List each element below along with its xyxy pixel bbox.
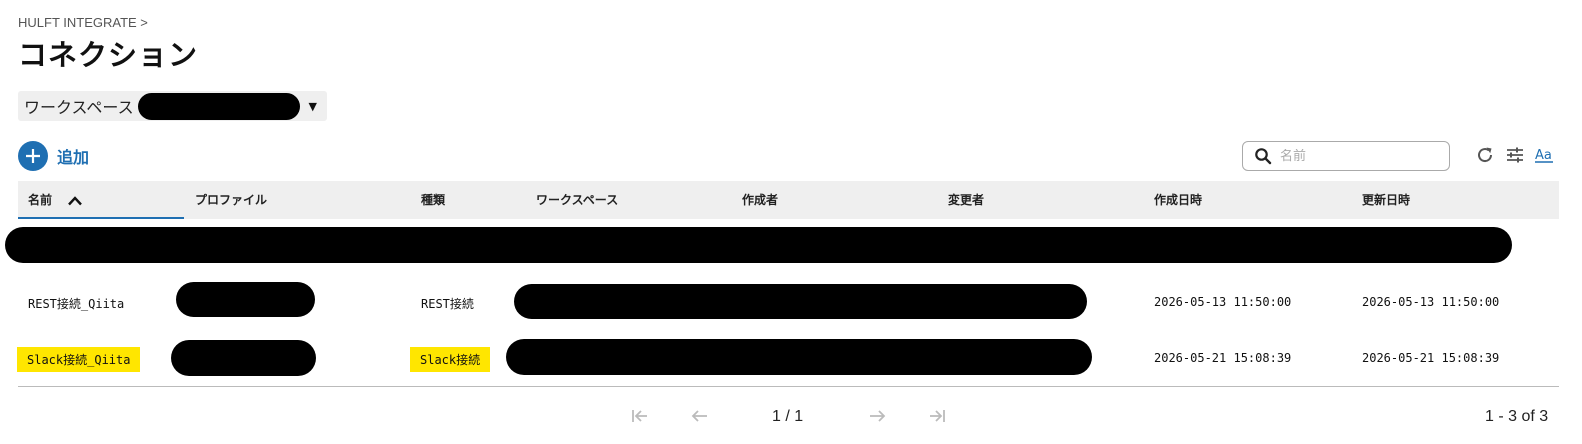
- cell-type: Slack接続: [410, 347, 491, 372]
- font-size-icon[interactable]: Aa: [1534, 145, 1554, 165]
- redacted-profile: [176, 282, 315, 317]
- svg-text:Aa: Aa: [1535, 148, 1552, 163]
- cell-name: Slack接続_Qiita: [17, 347, 141, 372]
- column-header-name-label: 名前: [28, 193, 53, 207]
- cell-created-at: 2026-05-21 15:08:39: [1154, 351, 1292, 365]
- redacted-profile: [171, 340, 316, 376]
- next-page-icon[interactable]: [867, 406, 887, 426]
- workspace-select[interactable]: ワークスペース ▼: [18, 91, 327, 121]
- cell-created-at: 2026-05-13 11:50:00: [1154, 295, 1292, 309]
- column-header-updated-at[interactable]: 更新日時: [1362, 181, 1410, 219]
- workspace-select-label: ワークスペース: [24, 98, 134, 117]
- table-header: 名前 プロファイル 種類 ワークスペース 作成者 変更者 作成日時 更新日時: [18, 181, 1559, 219]
- cell-updated-at: 2026-05-13 11:50:00: [1362, 295, 1500, 309]
- redacted-workspace-creator-updater: [514, 284, 1087, 319]
- caret-down-icon: ▼: [308, 100, 317, 113]
- search-icon: [1254, 147, 1272, 165]
- add-button-label: 追加: [57, 148, 90, 167]
- sort-ascending-icon: [68, 195, 83, 205]
- redacted-workspace-creator-updater: [506, 339, 1092, 375]
- prev-page-icon[interactable]: [690, 406, 710, 426]
- first-page-icon[interactable]: [630, 406, 650, 426]
- page-title: コネクション: [18, 38, 199, 72]
- column-header-workspace[interactable]: ワークスペース: [536, 181, 618, 219]
- search-box[interactable]: [1242, 141, 1450, 171]
- pagination-range: 1 - 3 of 3: [1485, 408, 1549, 425]
- column-header-updated-by[interactable]: 変更者: [948, 181, 984, 219]
- column-header-type[interactable]: 種類: [421, 181, 445, 219]
- redacted-workspace-value: [137, 92, 300, 120]
- search-input[interactable]: [1280, 148, 1440, 164]
- column-header-profile[interactable]: プロファイル: [195, 181, 267, 219]
- refresh-icon[interactable]: [1475, 145, 1495, 165]
- redacted-table-row: [5, 227, 1512, 263]
- cell-type: REST接続: [421, 297, 474, 311]
- last-page-icon[interactable]: [927, 406, 947, 426]
- cell-updated-at: 2026-05-21 15:08:39: [1362, 351, 1500, 365]
- plus-icon: [18, 141, 48, 171]
- add-connection-button[interactable]: 追加: [18, 141, 89, 171]
- column-header-created-at[interactable]: 作成日時: [1154, 181, 1202, 219]
- breadcrumb[interactable]: HULFT INTEGRATE >: [18, 15, 148, 30]
- filter-settings-icon[interactable]: [1505, 145, 1525, 165]
- page-indicator: 1 / 1: [772, 408, 804, 425]
- cell-name: REST接続_Qiita: [28, 297, 125, 311]
- column-header-created-by[interactable]: 作成者: [742, 181, 778, 219]
- table-bottom-divider: [18, 386, 1559, 387]
- column-header-name[interactable]: 名前: [18, 181, 184, 219]
